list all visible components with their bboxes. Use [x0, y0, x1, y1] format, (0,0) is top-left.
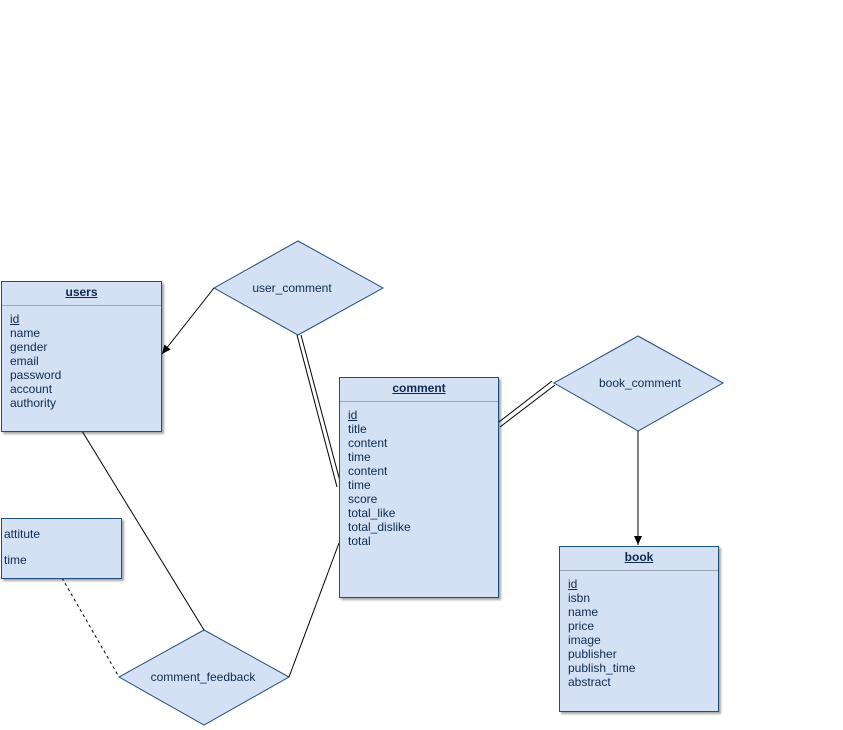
user-comment-to-comment-line-a [296, 334, 338, 488]
book-comment-to-comment-line-b [499, 384, 556, 428]
attribute: image [568, 633, 601, 647]
attribute: id [10, 312, 20, 326]
attribute: name [10, 326, 41, 340]
entity-title: users [2, 282, 161, 306]
attribute-to-feedback-dashed-line [61, 577, 120, 678]
user-comment-to-comment-line-b [300, 334, 342, 486]
attribute: id [348, 408, 358, 422]
attribute: price [568, 619, 595, 633]
attribute: password [10, 368, 62, 382]
attribute: publish_time [568, 661, 636, 675]
comment-feedback-label: comment_feedback [150, 670, 256, 684]
attribute: content [348, 436, 388, 450]
book-comment-to-comment-line-a [498, 380, 553, 423]
attribute: authority [10, 396, 57, 410]
attribute: total_dislike [348, 520, 411, 534]
entity-book[interactable]: book id isbn name price image publisher … [559, 546, 719, 712]
attribute: account [10, 382, 53, 396]
attribute: attitute [4, 527, 41, 541]
relationship-attributes-box[interactable]: attitute time [1, 518, 122, 579]
attribute-list: id name gender email password account au… [2, 306, 161, 410]
entity-users[interactable]: users id name gender email password acco… [1, 281, 162, 432]
attribute-list: id title content time content time score… [340, 402, 498, 548]
attribute: total_like [348, 506, 396, 520]
attribute: total [348, 534, 371, 548]
entity-comment[interactable]: comment id title content time content ti… [339, 377, 499, 598]
attribute: id [568, 577, 578, 591]
user-comment-to-users-arrow [161, 287, 215, 355]
attribute: time [348, 450, 371, 464]
attribute: isbn [568, 591, 591, 605]
attribute: score [348, 492, 378, 506]
book-comment-label: book_comment [598, 376, 682, 390]
attribute: gender [10, 340, 48, 354]
attribute: email [10, 354, 39, 368]
attribute: title [348, 422, 367, 436]
attribute: time [4, 553, 27, 567]
attribute-list: id isbn name price image publisher publi… [560, 571, 718, 689]
entity-title: book [560, 547, 718, 571]
attribute: publisher [568, 647, 617, 661]
attribute: name [568, 605, 599, 619]
user-comment-label: user_comment [252, 281, 332, 295]
attribute: time [348, 478, 371, 492]
attribute: content [348, 464, 388, 478]
attribute: abstract [568, 675, 611, 689]
feedback-to-comment-line [288, 542, 340, 678]
entity-title: comment [340, 378, 498, 402]
